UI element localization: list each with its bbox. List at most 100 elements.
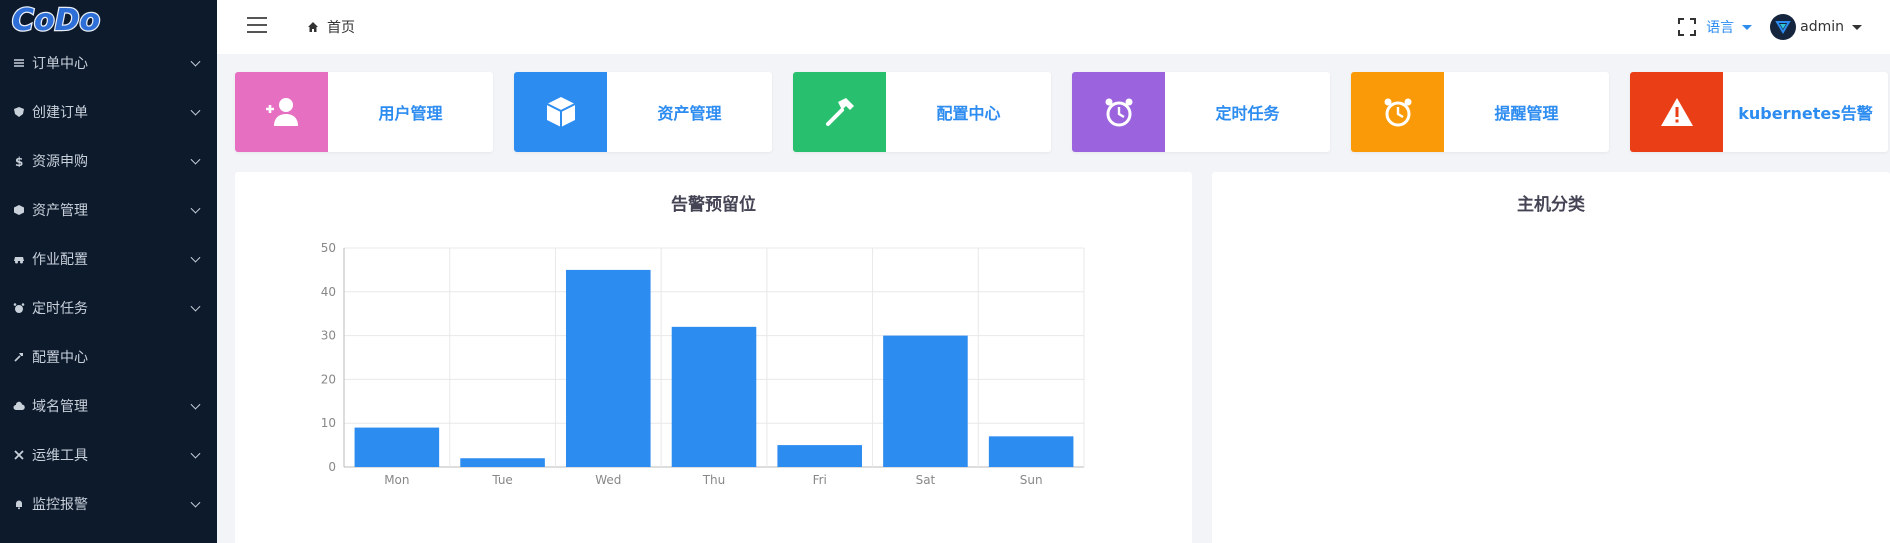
chevron-down-icon xyxy=(190,105,201,116)
sidebar-item-label: 配置中心 xyxy=(32,349,88,366)
bar-sat xyxy=(883,335,968,467)
sidebar-item-label: 域名管理 xyxy=(32,398,88,415)
sidebar-item-5[interactable]: 定时任务 xyxy=(0,283,217,332)
warning-icon xyxy=(1630,72,1723,152)
x-tick-label: Fri xyxy=(813,473,827,487)
quick-card-2[interactable]: 配置中心 xyxy=(793,72,1051,152)
avatar-logo-icon xyxy=(1775,21,1791,34)
car-icon xyxy=(12,252,26,266)
caret-down-icon xyxy=(1852,24,1862,30)
quick-card-1[interactable]: 资产管理 xyxy=(514,72,772,152)
x-tick-label: Mon xyxy=(384,473,409,487)
sidebar-item-label: 资源申购 xyxy=(32,153,88,170)
sidebar-item-3[interactable]: 资产管理 xyxy=(0,185,217,234)
sidebar-item-label: 订单中心 xyxy=(32,55,88,72)
sidebar-item-6[interactable]: 配置中心 xyxy=(0,332,217,381)
sidebar-item-label: 资产管理 xyxy=(32,202,88,219)
bar-mon xyxy=(354,427,440,467)
sidebar-item-2[interactable]: $ 资源申购 xyxy=(0,136,217,185)
user-dropdown[interactable]: admin xyxy=(1770,14,1862,40)
chevron-down-icon xyxy=(190,154,201,165)
cloud-icon xyxy=(12,399,26,413)
host-panel-title: 主机分类 xyxy=(1517,195,1585,215)
quick-card-3[interactable]: 定时任务 xyxy=(1072,72,1330,152)
sidebar-item-7[interactable]: 域名管理 xyxy=(0,381,217,430)
top-header: 首页 语言 admin xyxy=(217,0,1890,54)
chevron-down-icon xyxy=(190,252,201,263)
quick-card-4[interactable]: 提醒管理 xyxy=(1351,72,1609,152)
list-icon xyxy=(12,56,26,70)
card-label: kubernetes告警 xyxy=(1738,104,1873,123)
card-label: 提醒管理 xyxy=(1494,104,1559,123)
hammer-icon xyxy=(12,350,26,364)
card-label: 用户管理 xyxy=(378,104,443,123)
sidebar-item-1[interactable]: 创建订单 xyxy=(0,87,217,136)
alarm-icon xyxy=(12,301,26,315)
hammer-icon xyxy=(793,72,886,152)
y-tick-label: 0 xyxy=(328,460,336,474)
alert-panel: 告警预留位 0 10 20 30 40 50 Mon Tue Wed Thu Fri Sat Sun xyxy=(235,172,1192,543)
alarm-clock-icon xyxy=(1351,72,1444,152)
add-user-icon xyxy=(235,72,328,152)
chevron-down-icon xyxy=(190,56,201,67)
chevron-down-icon xyxy=(190,301,201,312)
quick-card-0[interactable]: 用户管理 xyxy=(235,72,493,152)
bar-fri xyxy=(777,445,862,467)
breadcrumb-home[interactable]: 首页 xyxy=(327,17,355,37)
tools-icon xyxy=(12,448,26,462)
card-label: 配置中心 xyxy=(936,104,1001,123)
alarm-clock-icon xyxy=(1072,72,1165,152)
cube-icon xyxy=(514,72,607,152)
y-tick-label: 20 xyxy=(321,372,336,386)
bar-tue xyxy=(460,458,545,467)
sidebar-item-label: 作业配置 xyxy=(32,251,88,268)
chevron-down-icon xyxy=(190,399,201,410)
language-label: 语言 xyxy=(1706,20,1735,36)
bar-thu xyxy=(671,326,757,467)
avatar xyxy=(1770,14,1797,40)
sidebar: CoDo 订单中心 创建订单 $ 资源申购 资产管理 作业配置 定时任务 配置中心… xyxy=(0,0,217,543)
x-tick-label: Thu xyxy=(702,473,726,487)
bell-icon xyxy=(12,497,26,511)
sidebar-item-label: 创建订单 xyxy=(32,104,88,121)
menu-toggle-icon[interactable] xyxy=(247,17,267,33)
x-tick-label: Wed xyxy=(595,473,621,487)
x-tick-label: Tue xyxy=(491,473,512,487)
x-tick-label: Sat xyxy=(916,473,936,487)
language-dropdown[interactable]: 语言 xyxy=(1706,17,1753,37)
chevron-down-icon xyxy=(190,497,201,508)
logo-text: CoDo xyxy=(12,3,100,38)
y-tick-label: 40 xyxy=(321,285,336,299)
host-category-panel: 主机分类 xyxy=(1212,172,1890,543)
sidebar-item-4[interactable]: 作业配置 xyxy=(0,234,217,283)
username: admin xyxy=(1800,19,1844,35)
home-icon xyxy=(308,22,318,32)
sidebar-item-label: 运维工具 xyxy=(32,447,88,464)
chevron-down-icon xyxy=(190,203,201,214)
y-tick-label: 10 xyxy=(321,416,336,430)
sidebar-menu: 订单中心 创建订单 $ 资源申购 资产管理 作业配置 定时任务 配置中心 域名管理… xyxy=(0,38,217,528)
svg-text:$: $ xyxy=(15,155,23,167)
x-tick-label: Sun xyxy=(1020,473,1043,487)
sidebar-item-0[interactable]: 订单中心 xyxy=(0,38,217,87)
sidebar-item-label: 监控报警 xyxy=(32,496,88,513)
codo-logo[interactable]: CoDo xyxy=(8,0,133,38)
dollar-icon: $ xyxy=(12,154,26,168)
y-tick-label: 30 xyxy=(321,329,336,343)
fullscreen-icon[interactable] xyxy=(1678,18,1697,36)
bar-wed xyxy=(566,269,651,467)
shield-icon xyxy=(12,105,26,119)
card-label: 定时任务 xyxy=(1215,104,1280,123)
quick-card-5[interactable]: kubernetes告警 xyxy=(1630,72,1888,152)
alert-bar-chart: 0 10 20 30 40 50 Mon Tue Wed Thu Fri Sat Sun xyxy=(321,241,1085,487)
cube-icon xyxy=(12,203,26,217)
sidebar-item-9[interactable]: 监控报警 xyxy=(0,479,217,528)
card-label: 资产管理 xyxy=(657,104,722,123)
y-tick-label: 50 xyxy=(321,241,336,255)
breadcrumb: 首页 xyxy=(307,17,355,37)
sidebar-item-label: 定时任务 xyxy=(32,300,88,317)
sidebar-item-8[interactable]: 运维工具 xyxy=(0,430,217,479)
bar-sun xyxy=(988,436,1074,467)
caret-down-icon xyxy=(1742,24,1753,30)
chevron-down-icon xyxy=(190,448,201,459)
